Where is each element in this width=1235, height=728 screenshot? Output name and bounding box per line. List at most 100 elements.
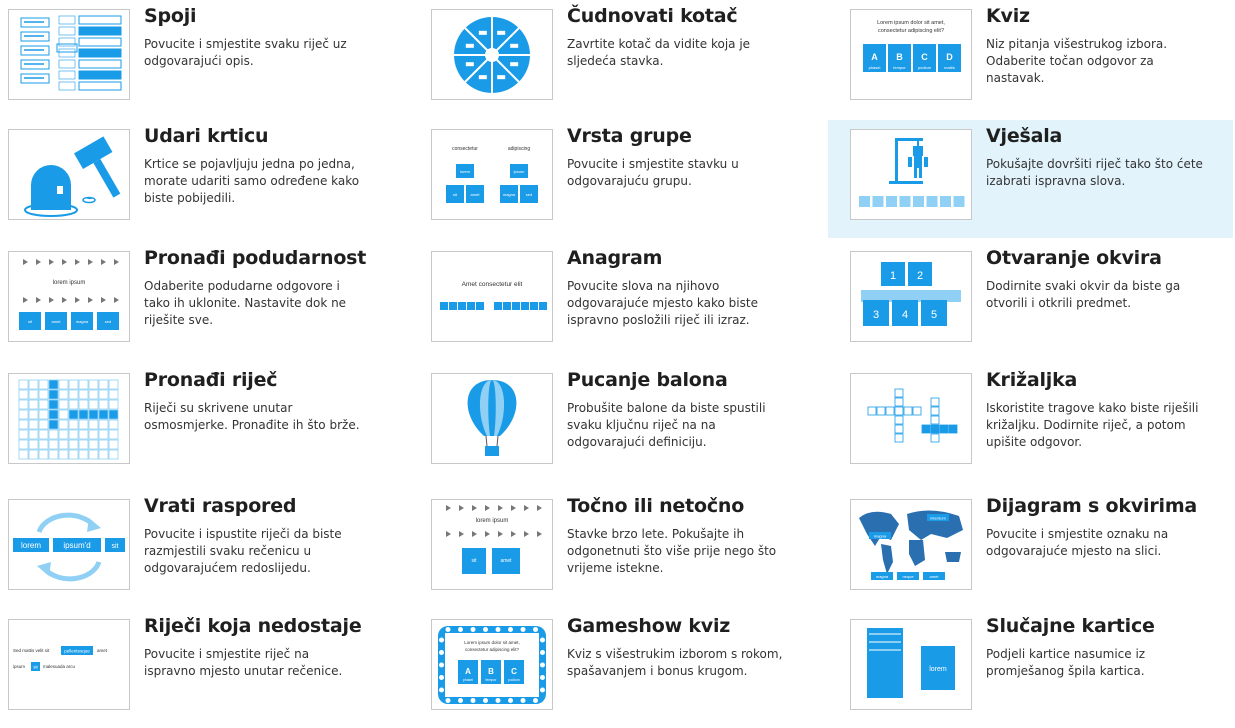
thumb-text: adipiscing: [508, 146, 530, 152]
template-title: Pucanje balona: [567, 369, 728, 391]
template-description: Niz pitanja višestrukog izbora. Odaberit…: [986, 37, 1168, 85]
thumb-text: phasel: [869, 65, 881, 70]
thumb-text: sit: [472, 558, 478, 564]
thumb-text: malesuada arcu: [43, 664, 76, 669]
template-card-7[interactable]: lorem ipsum sit amet magna sed Pronađi podud…: [0, 242, 400, 360]
open-box-icon: 1 2 3 4 5: [850, 251, 972, 342]
anagram-icon: Amet consectetur elit: [431, 251, 553, 342]
template-description: Probušite balone da biste spustili svaku…: [567, 401, 766, 449]
thumb-text: lorem: [929, 666, 947, 673]
thumb-text: amet: [471, 192, 481, 197]
thumb-text: lorem ipsum: [53, 280, 86, 286]
thumb-text: Lorem ipsum dolor sit amet,: [877, 20, 945, 26]
template-title: Dijagram s okvirima: [986, 495, 1198, 517]
match-up-icon: [8, 9, 130, 100]
template-card-2[interactable]: Čudnovati kotač Zavrtite kotač da vidite…: [423, 0, 823, 118]
template-description: Pokušajte dovršiti riječ tako što ćete i…: [986, 157, 1203, 188]
spin-wheel-icon: [431, 9, 553, 100]
template-title: Križaljka: [986, 369, 1078, 391]
thumb-text: podium: [508, 678, 520, 682]
template-title: Pronađi podudarnost: [144, 247, 367, 269]
template-title: Anagram: [567, 247, 663, 269]
thumb-text: Lorem ipsum dolor sit amet,: [464, 640, 520, 645]
thumb-text: neque: [902, 574, 914, 579]
template-title: Vješala: [986, 125, 1063, 147]
thumb-text: sit: [33, 665, 38, 670]
template-title: Čudnovati kotač: [567, 5, 738, 27]
template-title: Spoji: [144, 5, 197, 27]
random-cards-icon: lorem: [850, 619, 972, 710]
template-title: Vrsta grupe: [567, 125, 692, 147]
thumb-text: A: [871, 52, 878, 62]
template-card-3[interactable]: Lorem ipsum dolor sit amet, consectetur a…: [828, 0, 1233, 118]
template-card-16[interactable]: Sed mattis velit sit pellentesque amet ipsu…: [0, 610, 400, 728]
thumb-text: magna: [76, 319, 89, 324]
template-description: Povucite i smjestite riječ na ispravno m…: [144, 647, 343, 678]
thumb-text: pellentesque: [64, 649, 90, 654]
thumb-text: lorem ipsum: [476, 518, 509, 524]
thumb-text: ipsum'd: [63, 541, 90, 550]
template-description: Dodirnite svaki okvir da biste ga otvori…: [986, 279, 1181, 310]
crossword-icon: [850, 373, 972, 464]
template-description: Stavke brzo lete. Pokušajte ih odgonetnu…: [567, 527, 777, 575]
template-title: Vrati raspored: [144, 495, 297, 517]
template-description: Povucite i smjestite stavku u odgovaraju…: [567, 157, 739, 188]
template-title: Gameshow kviz: [567, 615, 731, 637]
thumb-text: B: [488, 667, 494, 676]
thumb-text: amet: [52, 319, 62, 324]
thumb-text: 5: [931, 309, 937, 321]
quiz-icon: Lorem ipsum dolor sit amet, consectetur a…: [850, 9, 972, 100]
thumb-text: 2: [917, 270, 923, 282]
thumb-text: interdum: [930, 516, 946, 521]
thumb-text: Sed mattis velit sit: [13, 648, 50, 653]
thumb-text: phasel: [463, 678, 474, 682]
thumb-text: magna: [874, 534, 887, 539]
template-card-17[interactable]: Lorem ipsum dolor sit amet, consectetur a…: [423, 610, 823, 728]
template-title: Riječi koja nedostaje: [144, 615, 362, 637]
template-title: Udari krticu: [144, 125, 269, 147]
template-card-1[interactable]: Spoji Povucite i smjestite svaku riječ u…: [0, 0, 400, 118]
template-card-12[interactable]: Križaljka Iskoristite tragove kako biste…: [828, 364, 1233, 482]
template-card-4[interactable]: Udari krticu Krtice se pojavljuju jedna …: [0, 120, 400, 238]
missing-word-icon: Sed mattis velit sit pellentesque amet ipsu…: [8, 619, 130, 710]
thumb-text: sed: [526, 192, 532, 197]
thumb-text: tempor: [893, 65, 906, 70]
wordsearch-icon: [8, 373, 130, 464]
thumb-text: sit: [112, 543, 119, 550]
unjumble-icon: lorem ipsum'd sit: [8, 499, 130, 590]
template-card-14[interactable]: lorem ipsum sit amet Točno ili netočno Sta…: [423, 490, 823, 608]
gameshow-quiz-icon: Lorem ipsum dolor sit amet, consectetur a…: [431, 619, 553, 710]
thumb-text: amet: [97, 648, 108, 653]
thumb-text: 1: [890, 270, 896, 282]
template-description: Povucite i ispustite riječi da biste raz…: [144, 527, 342, 575]
template-card-5[interactable]: consectetur adipiscing lorem ipsum sit amet ma…: [423, 120, 823, 238]
template-card-9[interactable]: 1 2 3 4 5 Otvaranje okvira Dodirnite svaki o…: [828, 242, 1233, 360]
labelled-diagram-icon: interdum magna magna neque amet: [850, 499, 972, 590]
thumb-text: 4: [902, 309, 908, 321]
template-card-15[interactable]: interdum magna magna neque amet Dijagram s o…: [828, 490, 1233, 608]
thumb-text: consectetur adipiscing elit?: [465, 647, 520, 652]
template-description: Povucite i smjestite oznaku na odgovaraj…: [986, 527, 1169, 558]
thumb-text: magna: [876, 574, 889, 579]
template-title: Otvaranje okvira: [986, 247, 1162, 269]
template-description: Kviz s višestrukim izborom s rokom, spaš…: [567, 647, 783, 678]
thumb-text: C: [511, 667, 517, 676]
template-description: Povucite slova na njihovo odgovarajuće m…: [567, 279, 758, 327]
thumb-text: amet: [500, 558, 512, 564]
thumb-text: magna: [503, 192, 516, 197]
template-description: Povucite i smjestite svaku riječ uz odgo…: [144, 37, 347, 68]
template-title: Pronađi riječ: [144, 369, 278, 391]
template-card-13[interactable]: lorem ipsum'd sit Vrati raspored Povucite …: [0, 490, 400, 608]
thumb-text: consectetur adipiscing elit?: [878, 28, 944, 34]
template-title: Kviz: [986, 5, 1030, 27]
template-card-6[interactable]: Vješala Pokušajte dovršiti riječ tako št…: [828, 120, 1233, 238]
true-false-icon: lorem ipsum sit amet: [431, 499, 553, 590]
template-card-18[interactable]: lorem Slučajne kartice Podjeli kartice n…: [828, 610, 1233, 728]
template-card-10[interactable]: Pronađi riječ Riječi su skrivene unutar …: [0, 364, 400, 482]
thumb-text: lorem: [21, 541, 41, 550]
template-card-8[interactable]: Amet consectetur elit Anagram Povucite s…: [423, 242, 823, 360]
thumb-text: tempor: [486, 678, 498, 682]
template-title: Točno ili netočno: [567, 495, 745, 517]
template-description: Podjeli kartice nasumice iz promješanog …: [986, 647, 1146, 678]
template-card-11[interactable]: Pucanje balona Probušite balone da biste…: [423, 364, 823, 482]
